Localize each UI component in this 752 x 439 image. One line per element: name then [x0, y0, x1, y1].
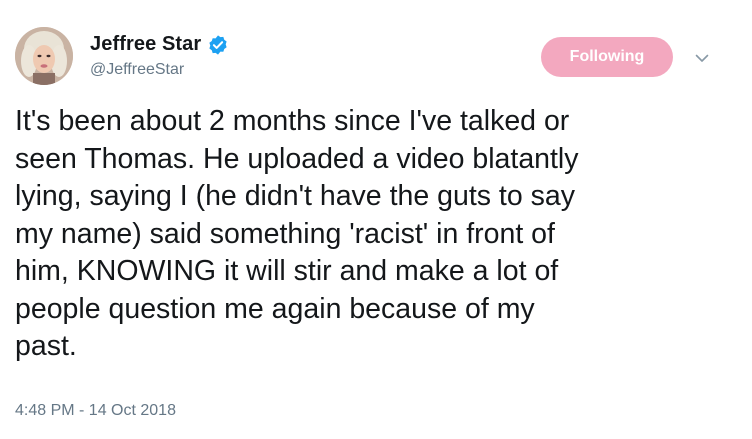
chevron-down-icon[interactable]	[694, 50, 710, 66]
tweet-text-line: my name) said something 'racist' in fron…	[15, 217, 555, 250]
tweet-text: It's been about 2 months since I've talk…	[15, 103, 740, 366]
verified-badge-icon	[207, 34, 229, 56]
tweet-text-line: seen Thomas. He uploaded a video blatant…	[15, 142, 579, 175]
author-name-row: Jeffree Star	[90, 33, 229, 56]
profile-photo-icon	[15, 27, 73, 85]
tweet-text-line: people question me again because of my	[15, 292, 535, 325]
author-handle[interactable]: @JeffreeStar	[90, 61, 184, 79]
avatar[interactable]	[15, 27, 73, 85]
tweet-text-line: him, KNOWING it will stir and make a lot…	[15, 255, 559, 287]
display-name[interactable]: Jeffree Star	[90, 33, 201, 56]
tweet-text-line: It's been about 2 months since I've talk…	[15, 105, 570, 137]
tweet-text-line: lying, saying I (he didn't have the guts…	[15, 180, 575, 212]
tweet-text-line: past.	[15, 330, 77, 362]
tweet-card: Jeffree Star @JeffreeStar Following It's…	[0, 0, 752, 439]
tweet-timestamp[interactable]: 4:48 PM - 14 Oct 2018	[15, 402, 176, 420]
following-button[interactable]: Following	[541, 37, 673, 77]
